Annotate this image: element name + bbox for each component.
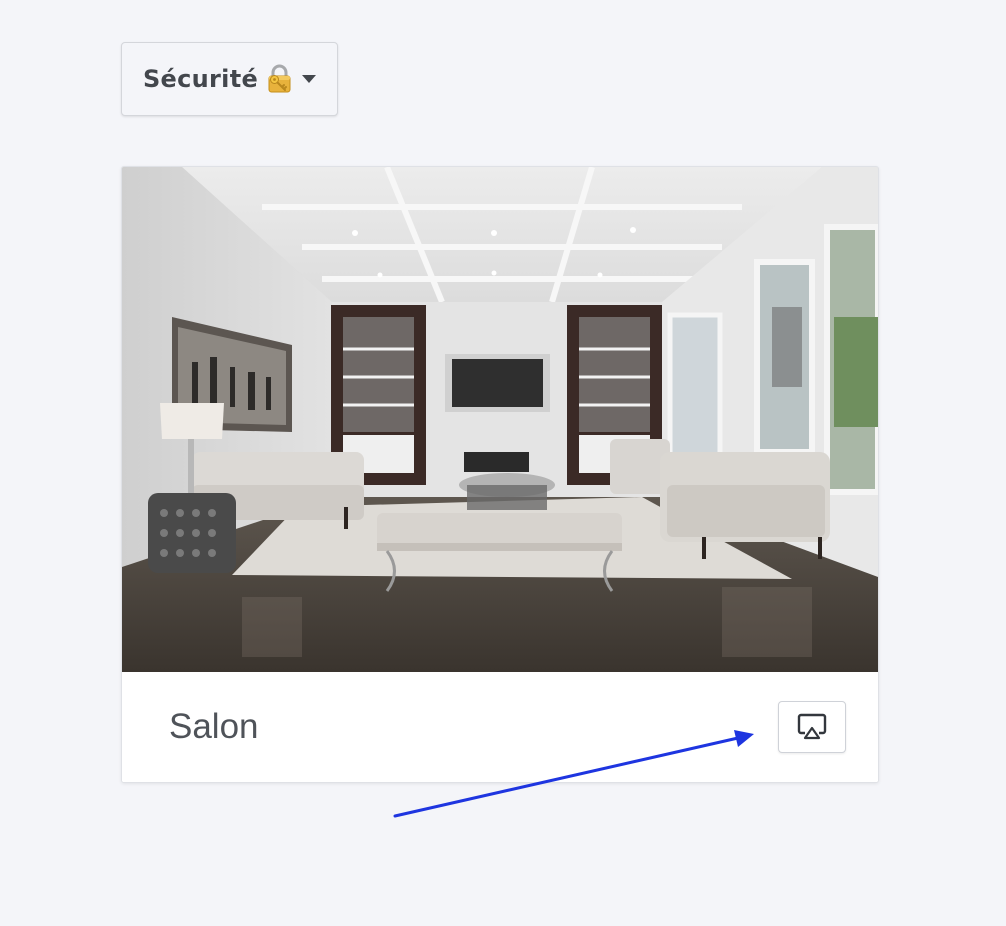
card-footer: Salon [122,672,878,782]
locked-with-key-icon [268,64,291,93]
security-dropdown-button[interactable]: Sécurité [121,42,338,116]
airplay-button[interactable] [778,701,846,753]
room-name: Salon [169,707,259,746]
caret-down-icon [302,75,317,83]
living-room-photo [122,167,878,672]
airplay-icon [797,713,827,740]
dropdown-label: Sécurité [142,65,259,93]
room-card: Salon [121,166,879,783]
